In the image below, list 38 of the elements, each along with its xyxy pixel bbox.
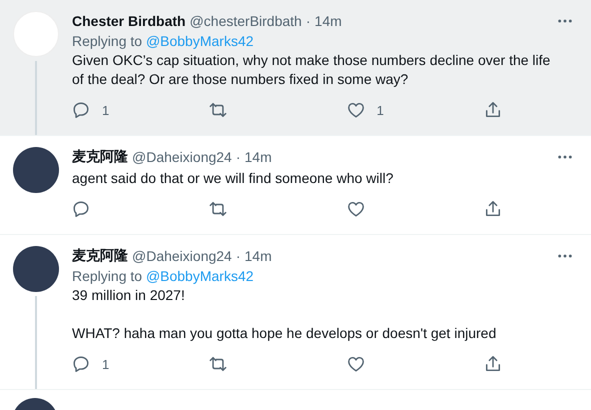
action-count: 1: [376, 102, 384, 118]
user-name[interactable]: 麦克阿隆: [72, 247, 128, 265]
heart-icon[interactable]: [346, 355, 365, 373]
user-handle[interactable]: @Daheixiong24: [132, 248, 232, 264]
timestamp[interactable]: 14m: [314, 13, 342, 29]
separator-dot: ·: [236, 248, 241, 264]
share-icon[interactable]: [484, 101, 502, 119]
tweet-text: Given OKC’s cap situation, why not make those numbers decline over the life of the deal? Or are those numbers fixed in some way?: [72, 51, 552, 89]
more-icon[interactable]: [557, 18, 573, 24]
retweet-icon[interactable]: [209, 101, 228, 119]
tweet-text: 39 million in 2027!: [72, 286, 186, 305]
action-count: 1: [102, 102, 110, 118]
avatar[interactable]: [13, 147, 59, 193]
user-handle[interactable]: @Daheixiong24: [132, 149, 232, 165]
retweet-icon[interactable]: [209, 355, 228, 373]
replying-to-text: Replying to @BobbyMarks42: [72, 33, 255, 49]
share-icon[interactable]: [484, 355, 502, 373]
tweet-text: agent said do that or we will find someone who will?: [72, 169, 394, 188]
reply-icon[interactable]: [72, 355, 90, 373]
timestamp[interactable]: 14m: [244, 248, 272, 264]
retweet-icon[interactable]: [209, 200, 228, 218]
user-name[interactable]: 麦克阿隆: [72, 148, 128, 166]
reply-icon[interactable]: [72, 200, 90, 218]
separator-dot: ·: [306, 13, 311, 29]
replying-to-text: Replying to @BobbyMarks42: [72, 268, 255, 284]
separator-dot: ·: [236, 149, 241, 165]
action-count: 1: [102, 356, 110, 372]
share-icon[interactable]: [484, 200, 502, 218]
timestamp[interactable]: 14m: [244, 149, 272, 165]
more-icon[interactable]: [557, 154, 573, 160]
user-handle[interactable]: @chesterBirdbath: [190, 13, 302, 29]
more-icon[interactable]: [557, 253, 573, 259]
tweet-text: WHAT? haha man you gotta hope he develops or doesn't get injured: [72, 324, 498, 343]
reply-icon[interactable]: [72, 101, 90, 119]
heart-icon[interactable]: [346, 200, 365, 218]
user-name[interactable]: Chester Birdbath: [72, 13, 186, 29]
avatar[interactable]: [13, 246, 59, 292]
heart-icon[interactable]: [346, 101, 365, 119]
